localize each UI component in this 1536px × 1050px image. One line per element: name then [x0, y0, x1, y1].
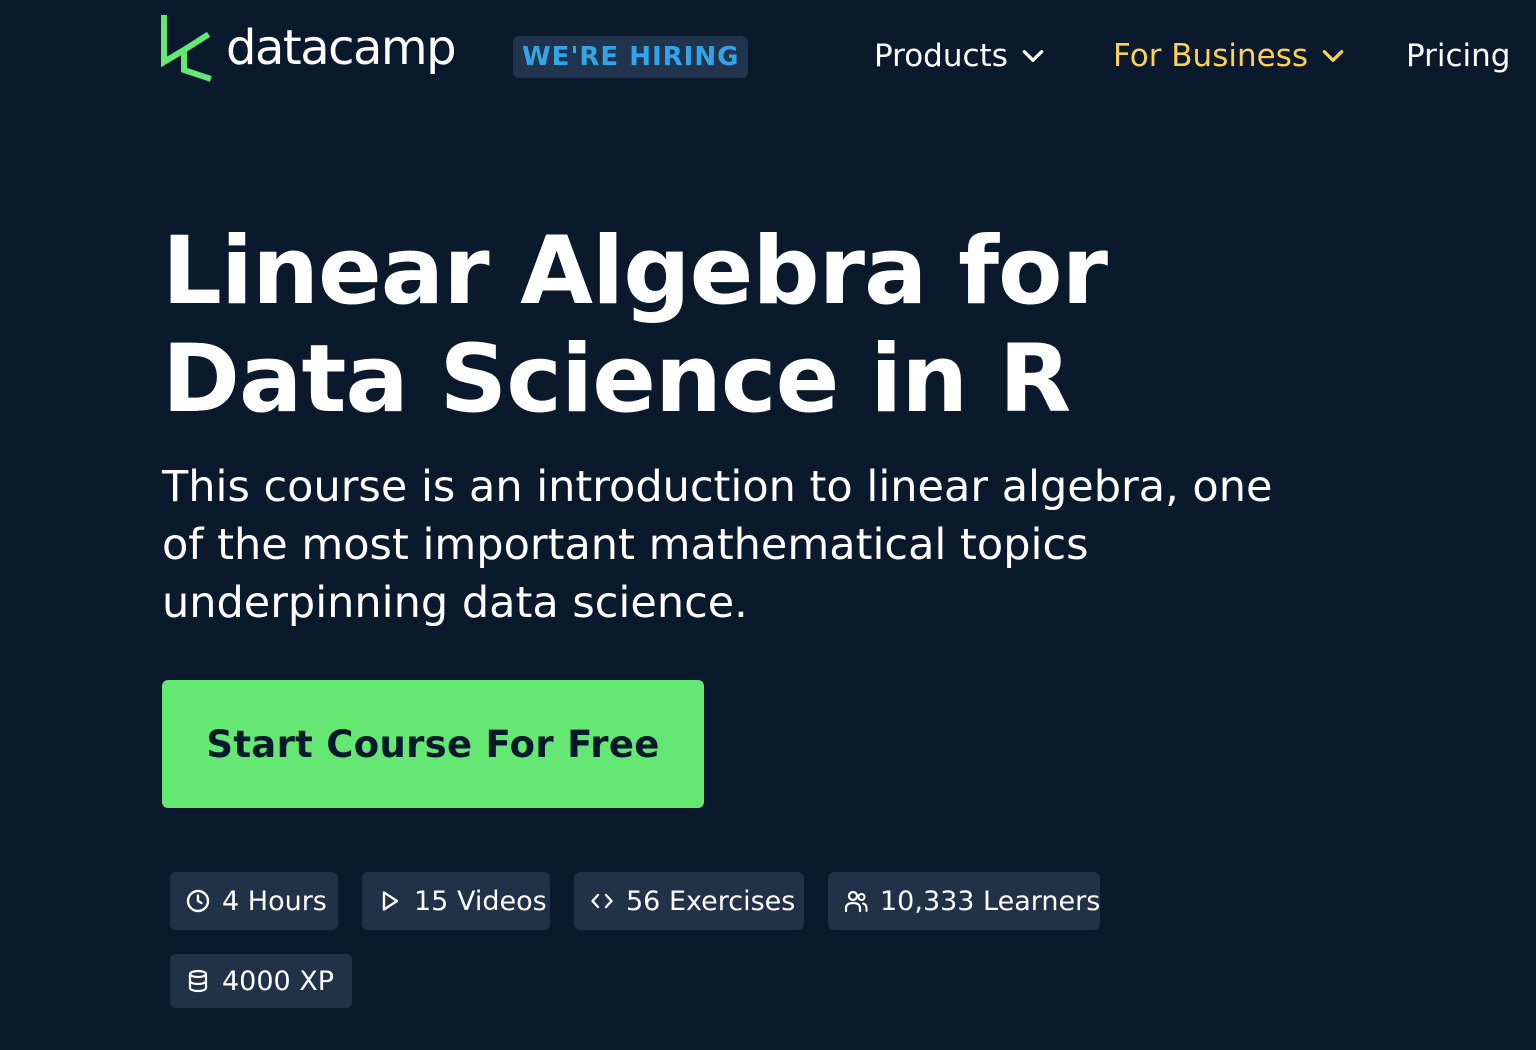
course-landing-page: datacamp WE'RE HIRING Products For Busin…: [0, 0, 1536, 1050]
datacamp-logo-link[interactable]: datacamp: [160, 14, 457, 84]
stat-xp-label: 4000 XP: [222, 965, 335, 997]
users-icon: [844, 890, 868, 913]
code-icon: [591, 893, 613, 909]
stat-learners: 10,333 Learners: [828, 872, 1100, 930]
stat-hours: 4 Hours: [170, 872, 338, 930]
clock-icon: [186, 889, 210, 913]
nav-pricing-label: Pricing: [1406, 38, 1511, 74]
course-description: This course is an introduction to linear…: [162, 462, 1273, 628]
stat-learners-label: 10,333 Learners: [880, 885, 1101, 917]
nav-products-label: Products: [874, 38, 1008, 74]
nav-products[interactable]: Products: [874, 28, 1046, 84]
chevron-down-icon: [1022, 50, 1044, 62]
hiring-badge-link[interactable]: WE'RE HIRING: [513, 36, 749, 78]
stat-videos: 15 Videos: [362, 872, 550, 930]
database-icon: [188, 969, 208, 993]
stat-videos-label: 15 Videos: [414, 885, 547, 917]
stat-hours-label: 4 Hours: [222, 885, 327, 917]
brand-name: datacamp: [226, 20, 457, 76]
course-title: Linear Algebra for Data Science in R: [162, 217, 1108, 434]
stat-exercises-label: 56 Exercises: [626, 885, 796, 917]
datacamp-logo-icon: [161, 15, 212, 82]
nav-pricing[interactable]: Pricing: [1406, 28, 1511, 84]
start-course-button[interactable]: Start Course For Free: [162, 680, 704, 808]
play-icon: [382, 891, 399, 911]
top-navigation-bar: datacamp WE'RE HIRING Products For Busin…: [0, 0, 1536, 112]
stat-exercises: 56 Exercises: [574, 872, 804, 930]
nav-for-business-label: For Business: [1113, 38, 1308, 74]
chevron-down-icon: [1322, 50, 1344, 62]
stat-xp: 4000 XP: [170, 954, 352, 1008]
nav-for-business[interactable]: For Business: [1113, 28, 1346, 84]
